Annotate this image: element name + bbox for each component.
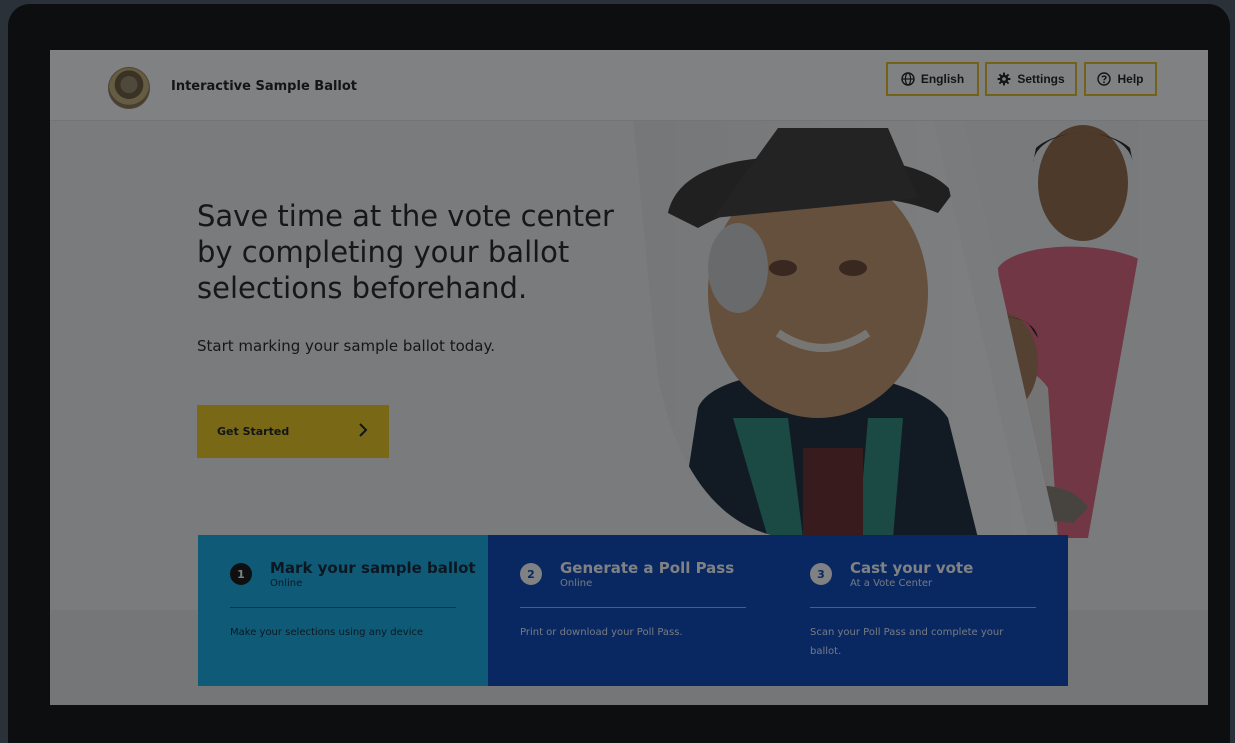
step-poll-pass[interactable]: 2 Generate a Poll Pass Online Print or d…: [488, 535, 778, 686]
get-started-label: Get Started: [217, 425, 290, 438]
step-number-badge: 2: [520, 563, 542, 585]
help-button[interactable]: Help: [1084, 62, 1157, 96]
step-divider: [810, 607, 1036, 608]
steps-panel: 1 Mark your sample ballot Online Make yo…: [198, 535, 1068, 686]
settings-button[interactable]: Settings: [985, 62, 1077, 96]
step-title: Cast your vote: [850, 559, 974, 577]
step-cast-vote[interactable]: 3 Cast your vote At a Vote Center Scan y…: [778, 535, 1068, 686]
step-number-badge: 3: [810, 563, 832, 585]
gear-icon: [997, 72, 1011, 86]
step-mark-ballot[interactable]: 1 Mark your sample ballot Online Make yo…: [198, 535, 498, 686]
step-number-badge: 1: [230, 563, 252, 585]
county-seal-logo: [108, 67, 150, 109]
step-divider: [520, 607, 746, 608]
language-label: English: [920, 72, 965, 86]
globe-icon: [901, 72, 915, 86]
step-subtitle: Online: [270, 578, 303, 589]
step-divider: [230, 607, 456, 608]
step-description: Scan your Poll Pass and complete your ba…: [810, 627, 1004, 657]
hero-subheadline: Start marking your sample ballot today.: [197, 337, 495, 355]
step-title: Mark your sample ballot: [270, 559, 476, 577]
chevron-right-icon: [357, 420, 369, 443]
app-header: Interactive Sample Ballot English Settin…: [50, 50, 1208, 121]
step-description: Make your selections using any device: [230, 627, 424, 638]
language-button[interactable]: English: [886, 62, 979, 96]
settings-label: Settings: [1017, 72, 1065, 86]
help-label: Help: [1117, 72, 1144, 86]
step-subtitle: At a Vote Center: [850, 578, 933, 589]
get-started-button[interactable]: Get Started: [197, 405, 389, 458]
step-subtitle: Online: [560, 578, 593, 589]
hero-headline: Save time at the vote center by completi…: [197, 199, 614, 305]
help-circle-icon: [1097, 72, 1112, 86]
screen: Interactive Sample Ballot English Settin…: [50, 50, 1208, 705]
hero-photo-collage: [618, 118, 1138, 538]
app-title: Interactive Sample Ballot: [171, 79, 358, 94]
step-title: Generate a Poll Pass: [560, 559, 735, 577]
step-description: Print or download your Poll Pass.: [520, 627, 683, 638]
